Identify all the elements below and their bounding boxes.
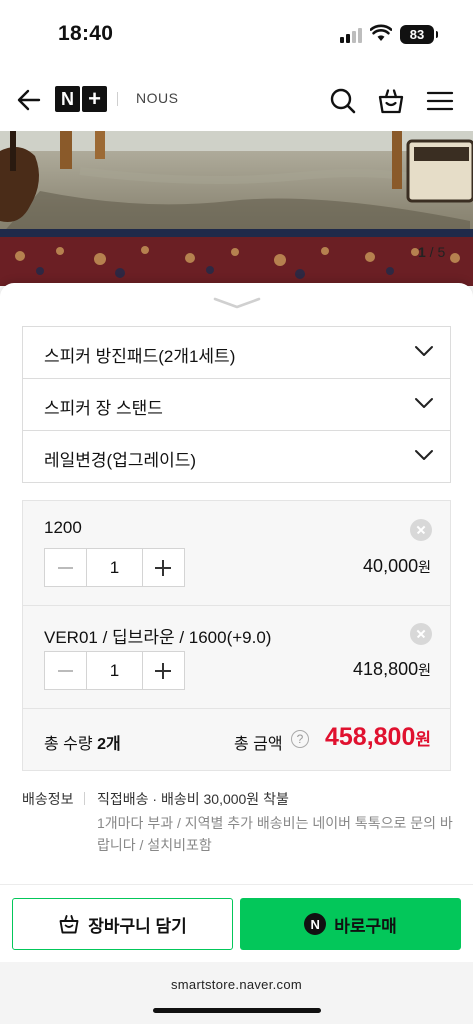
sheet-collapse-chevron-icon[interactable] (212, 296, 262, 310)
quantity-stepper: 1 (44, 548, 185, 587)
store-header: N + NOUS (0, 70, 473, 131)
total-amount-label: 총 금액 (234, 736, 283, 753)
shipping-divider (84, 792, 85, 805)
buy-now-button[interactable]: N 바로구매 (240, 898, 461, 950)
image-counter: 1 / 5 (418, 244, 446, 260)
menu-icon[interactable] (426, 87, 454, 115)
total-divider (23, 708, 450, 709)
increase-quantity-button[interactable] (143, 652, 184, 689)
shopping-bag-icon (59, 915, 79, 934)
cellular-signal-icon (340, 27, 364, 43)
store-name[interactable]: NOUS (136, 90, 178, 106)
selected-item: VER01 / 딥브라운 / 1600(+9.0) 1 418,800원 (23, 606, 450, 709)
selected-item-name: VER01 / 딥브라운 / 1600(+9.0) (44, 628, 272, 647)
header-divider (117, 92, 118, 106)
naver-plus-logo[interactable]: N + (55, 86, 107, 112)
url-text: smartstore.naver.com (171, 977, 302, 992)
remove-item-icon[interactable] (410, 623, 432, 645)
selected-item-price: 40,000원 (363, 556, 431, 576)
add-to-cart-button[interactable]: 장바구니 담기 (12, 898, 233, 950)
shipping-method: 직접배송 · 배송비 30,000원 착불 (97, 791, 289, 807)
quantity-value[interactable]: 1 (86, 652, 143, 689)
back-arrow-icon[interactable] (16, 87, 42, 113)
option-select-rail-upgrade[interactable]: 레일변경(업그레이드) (22, 430, 451, 483)
help-icon[interactable]: ? (291, 730, 309, 748)
chevron-down-icon (415, 450, 433, 460)
chevron-down-icon (415, 346, 433, 356)
shipping-label: 배송정보 (22, 791, 74, 807)
purchase-action-bar: 장바구니 담기 N 바로구매 (0, 884, 473, 962)
quantity-stepper: 1 (44, 651, 185, 690)
battery-icon: 83 (400, 25, 438, 44)
total-quantity: 총 수량 2개 (44, 736, 121, 753)
product-photo[interactable] (0, 131, 473, 286)
increase-quantity-button[interactable] (143, 549, 184, 586)
selected-item: 1200 1 40,000원 (23, 501, 450, 605)
chevron-down-icon (415, 398, 433, 408)
status-time: 18:40 (58, 22, 114, 45)
remove-item-icon[interactable] (410, 519, 432, 541)
status-bar: 18:40 83 (0, 0, 473, 70)
option-select-speaker-stand[interactable]: 스피커 장 스탠드 (22, 378, 451, 431)
decrease-quantity-button[interactable] (45, 652, 86, 689)
naver-pay-icon: N (304, 913, 327, 935)
total-amount: 458,800원 (324, 723, 431, 751)
search-icon[interactable] (329, 87, 357, 115)
selected-items-box: 1200 1 40,000원 VER01 / 딥브라운 / 1600(+9.0)… (22, 500, 451, 771)
shipping-note: 1개마다 부과 / 지역별 추가 배송비는 네이버 톡톡으로 문의 바랍니다 /… (97, 815, 453, 853)
selected-item-price: 418,800원 (353, 659, 431, 679)
browser-url-bar[interactable]: smartstore.naver.com (0, 962, 473, 1024)
wifi-icon (370, 24, 392, 41)
shopping-bag-icon[interactable] (377, 87, 405, 115)
option-select-speaker-pad[interactable]: 스피커 방진패드(2개1세트) (22, 326, 451, 379)
quantity-value[interactable]: 1 (86, 549, 143, 586)
home-indicator[interactable] (153, 1008, 321, 1013)
decrease-quantity-button[interactable] (45, 549, 86, 586)
selected-item-name: 1200 (44, 518, 82, 537)
